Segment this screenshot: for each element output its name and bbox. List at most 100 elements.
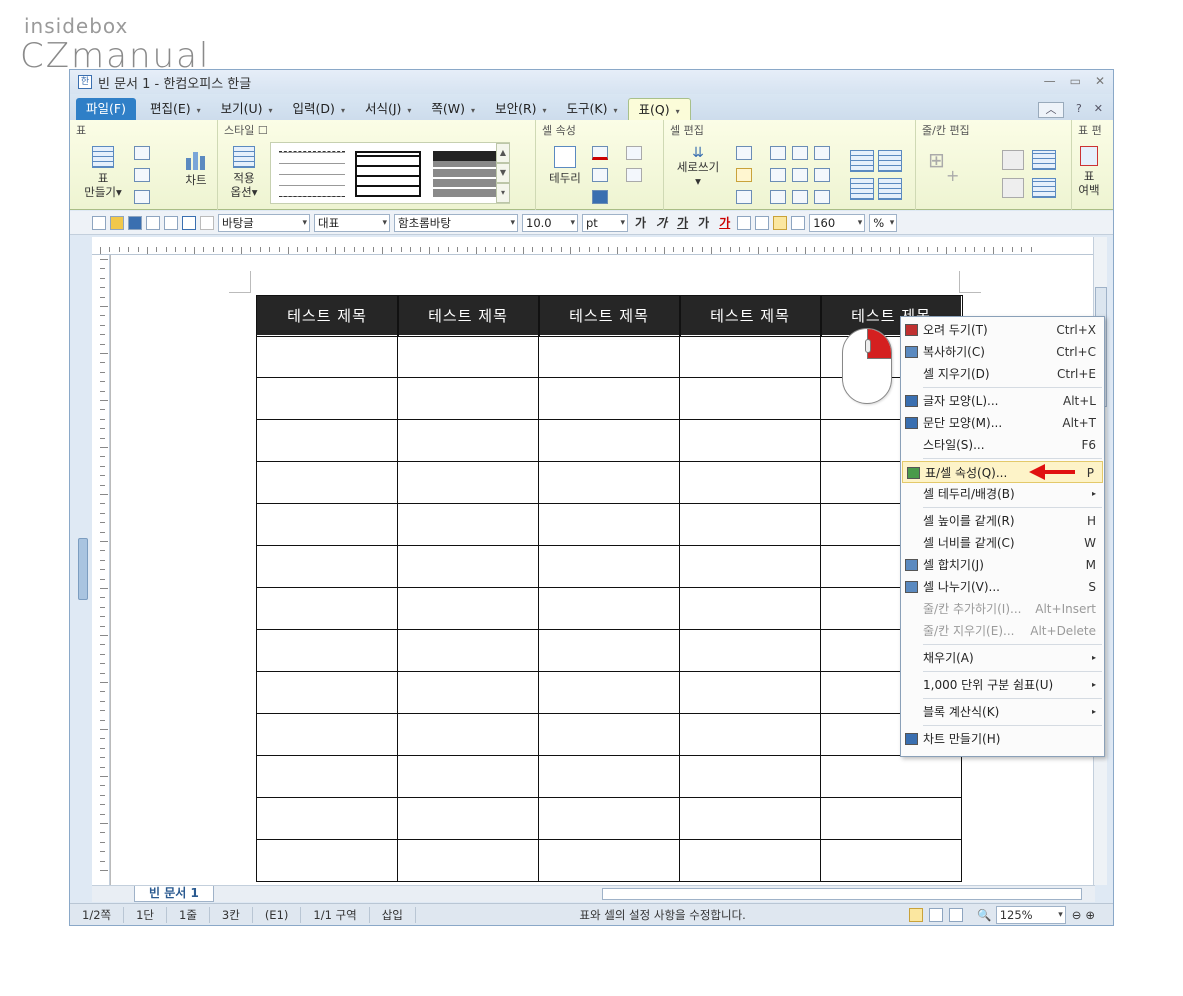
vertical-ruler[interactable] <box>92 255 110 885</box>
table-cell[interactable] <box>538 839 680 882</box>
table-cell[interactable] <box>397 839 539 882</box>
table-cell[interactable] <box>679 545 821 588</box>
table-cell[interactable] <box>538 755 680 798</box>
merge-cells-icon[interactable] <box>850 150 874 172</box>
cell-fill-icon[interactable] <box>592 190 608 204</box>
new-doc-icon[interactable] <box>92 215 106 230</box>
table-cell[interactable] <box>538 713 680 756</box>
doc-tab[interactable]: 빈 문서 1 <box>134 886 214 902</box>
fill-icon[interactable] <box>592 168 608 182</box>
table-header-cell[interactable]: 테스트 제목 <box>396 294 540 337</box>
doc-close-icon[interactable]: ✕ <box>1094 102 1103 118</box>
table-header-cell[interactable]: 테스트 제목 <box>537 294 681 337</box>
side-panel-toggle[interactable] <box>78 538 88 600</box>
table-cell[interactable] <box>256 797 398 840</box>
preview-icon[interactable] <box>164 215 178 230</box>
context-menu-item[interactable]: 문단 모양(M)... Alt+T <box>901 412 1104 434</box>
table-cell[interactable] <box>679 461 821 504</box>
maximize-icon[interactable]: ▭ <box>1070 74 1081 88</box>
bold-button[interactable]: 가 <box>632 214 649 231</box>
menu-format[interactable]: 서식(J) ▾ <box>355 98 421 120</box>
font-select[interactable]: 함초롬바탕 <box>394 213 518 232</box>
table-cell[interactable] <box>256 587 398 630</box>
context-menu-item[interactable]: 스타일(S)... F6 <box>901 434 1104 456</box>
table-erase-icon[interactable] <box>134 168 150 182</box>
menu-insert[interactable]: 입력(D) ▾ <box>283 98 355 120</box>
split-cells-icon[interactable] <box>878 150 902 172</box>
table-cell[interactable] <box>679 335 821 378</box>
table-cell[interactable] <box>538 797 680 840</box>
table-header-cell[interactable]: 테스트 제목 <box>255 294 399 337</box>
context-menu-item[interactable]: 복사하기(C) Ctrl+C <box>901 341 1104 363</box>
menu-page[interactable]: 쪽(W) ▾ <box>421 98 485 120</box>
collapse-ribbon-icon[interactable]: ︿ <box>1037 102 1064 118</box>
context-menu-item[interactable]: 오려 두기(T) Ctrl+X <box>901 319 1104 341</box>
table-cell[interactable] <box>679 587 821 630</box>
table-cell[interactable] <box>256 755 398 798</box>
align-bc-icon[interactable] <box>792 190 808 204</box>
align-center-icon[interactable] <box>773 215 788 230</box>
equal-width-icon[interactable] <box>878 178 902 200</box>
context-menu-item[interactable]: 블록 계산식(K) ▸ <box>901 701 1104 723</box>
strike-button[interactable]: 가 <box>695 214 712 231</box>
align-br-icon[interactable] <box>814 190 830 204</box>
context-menu-item[interactable]: 셀 높이를 같게(R) H <box>901 510 1104 532</box>
table-header-cell[interactable]: 테스트 제목 <box>678 294 822 337</box>
justify-icon[interactable] <box>737 215 752 230</box>
insert-col-icon[interactable] <box>1032 178 1056 198</box>
save-icon[interactable] <box>128 215 142 230</box>
table-cell[interactable] <box>538 503 680 546</box>
make-table-button[interactable]: 표 만들기▾ <box>78 146 128 199</box>
gallery-down-icon[interactable]: ▼ <box>496 163 510 183</box>
table-cell[interactable] <box>397 671 539 714</box>
context-menu-item[interactable]: 1,000 단위 구분 쉼표(U) ▸ <box>901 674 1104 696</box>
table-cell[interactable] <box>256 713 398 756</box>
table-cell[interactable] <box>679 755 821 798</box>
table-convert-icon[interactable] <box>134 190 150 204</box>
close-icon[interactable]: ✕ <box>1095 74 1105 88</box>
menu-tools[interactable]: 도구(K) ▾ <box>557 98 628 120</box>
table-cell[interactable] <box>679 671 821 714</box>
minimize-icon[interactable]: — <box>1044 74 1056 88</box>
align-bottom-icon[interactable] <box>736 190 752 204</box>
style-plain[interactable] <box>279 151 345 197</box>
table-cell[interactable] <box>679 797 821 840</box>
align-middle-icon[interactable] <box>736 168 752 182</box>
page-view-icon[interactable] <box>909 907 924 922</box>
table-cell[interactable] <box>538 587 680 630</box>
table-cell[interactable] <box>397 377 539 420</box>
align-mc-icon[interactable] <box>792 168 808 182</box>
row-col-add-icon[interactable]: ⊞ <box>928 148 945 172</box>
align-tc-icon[interactable] <box>792 146 808 160</box>
undo-icon[interactable] <box>182 215 196 230</box>
align-left-icon[interactable] <box>755 215 770 230</box>
line-width-icon[interactable] <box>626 168 642 182</box>
menu-edit[interactable]: 편집(E) ▾ <box>140 98 211 120</box>
add-icon[interactable]: + <box>946 166 959 185</box>
align-bl-icon[interactable] <box>770 190 786 204</box>
align-tl-icon[interactable] <box>770 146 786 160</box>
table-cell[interactable] <box>397 755 539 798</box>
menu-table[interactable]: 표(Q) ▾ <box>627 98 691 120</box>
menu-security[interactable]: 보안(R) ▾ <box>485 98 556 120</box>
insert-row-icon[interactable] <box>1032 150 1056 170</box>
table-cell[interactable] <box>538 461 680 504</box>
table-cell[interactable] <box>397 587 539 630</box>
style-dark[interactable] <box>433 151 499 197</box>
table-cell[interactable] <box>538 629 680 672</box>
redo-icon[interactable] <box>200 215 214 230</box>
zoom-select[interactable]: 125% <box>995 905 1066 924</box>
align-right-icon[interactable] <box>791 215 806 230</box>
table-draw-icon[interactable] <box>134 146 150 160</box>
style-grid[interactable] <box>355 151 421 197</box>
horizontal-ruler[interactable] <box>92 237 1095 255</box>
eraser-icon[interactable] <box>1002 150 1024 170</box>
align-ml-icon[interactable] <box>770 168 786 182</box>
open-folder-icon[interactable] <box>110 215 124 230</box>
table-cell[interactable] <box>397 419 539 462</box>
align-mr-icon[interactable] <box>814 168 830 182</box>
line-spacing-unit[interactable]: % <box>869 213 898 232</box>
table-cell[interactable] <box>538 545 680 588</box>
table-cell[interactable] <box>256 545 398 588</box>
gallery-up-icon[interactable]: ▲ <box>496 143 510 163</box>
